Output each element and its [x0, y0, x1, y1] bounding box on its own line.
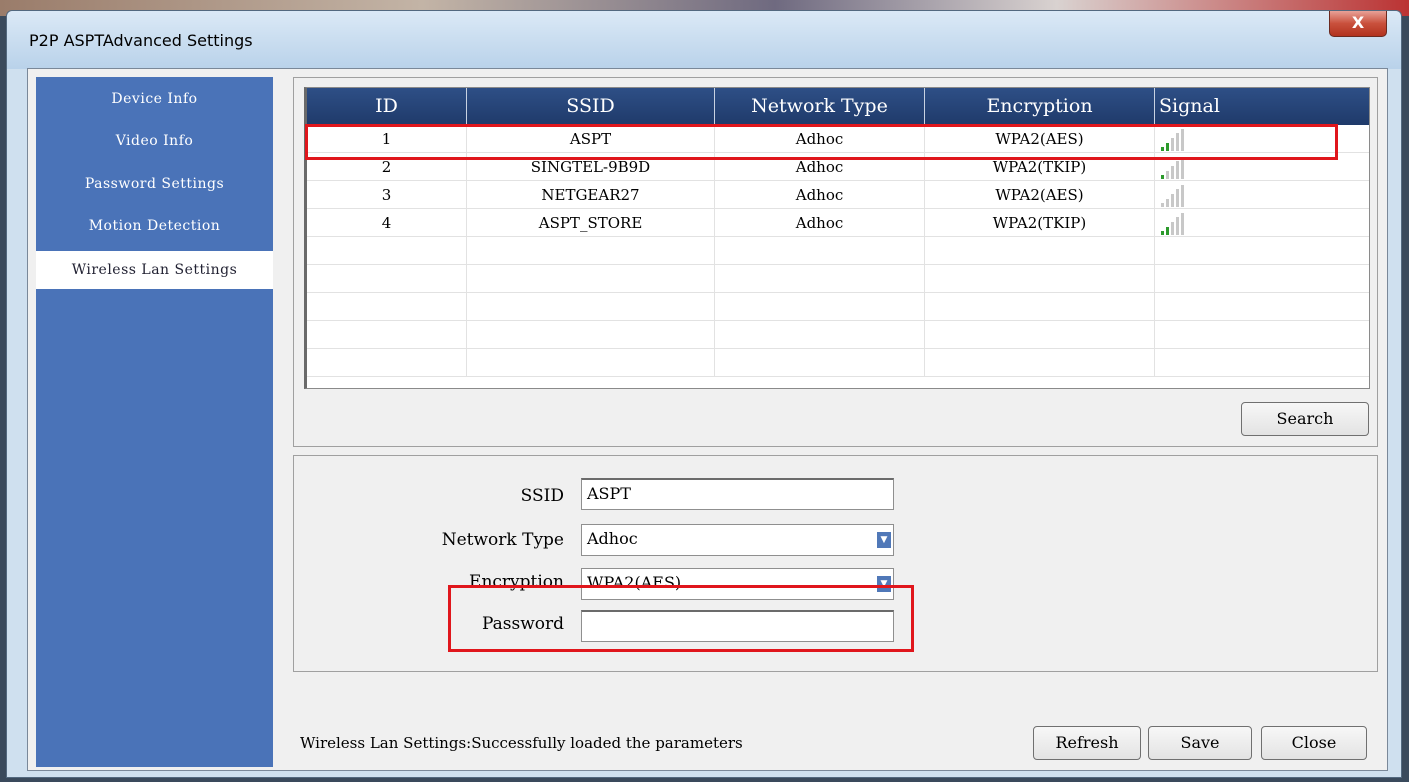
sidebar-item-motion-detection[interactable]: Motion Detection [36, 218, 273, 234]
cell-id: 3 [307, 181, 467, 209]
empty-cell [925, 293, 1155, 321]
empty-row [307, 265, 1369, 293]
network-type-select[interactable]: Adhoc ▼ [581, 524, 894, 556]
signal-bar [1176, 161, 1179, 179]
empty-cell [925, 237, 1155, 265]
empty-cell [467, 349, 715, 377]
empty-cell [467, 265, 715, 293]
cell-encryption: WPA2(TKIP) [925, 209, 1155, 237]
signal-bar [1161, 231, 1164, 235]
signal-strength-icon [1161, 185, 1201, 207]
signal-bar [1161, 175, 1164, 179]
status-message: Wireless Lan Settings:Successfully loade… [300, 734, 743, 752]
empty-cell [467, 321, 715, 349]
empty-cell [467, 237, 715, 265]
column-header-id[interactable]: ID [307, 88, 467, 125]
empty-cell [715, 293, 925, 321]
cell-encryption: WPA2(AES) [925, 181, 1155, 209]
network-type-label: Network Type [441, 530, 564, 550]
title-bar: P2P ASPTAdvanced Settings X [7, 11, 1401, 69]
highlight-selected-network [305, 124, 1338, 160]
ssid-label: SSID [520, 486, 564, 506]
signal-bar [1161, 203, 1164, 207]
signal-bar [1176, 189, 1179, 207]
empty-row [307, 321, 1369, 349]
cell-network-type: Adhoc [715, 209, 925, 237]
cell-signal [1155, 181, 1369, 209]
cell-ssid: ASPT_STORE [467, 209, 715, 237]
signal-bar [1171, 222, 1174, 235]
empty-cell [307, 321, 467, 349]
chevron-down-icon[interactable]: ▼ [877, 532, 891, 548]
empty-cell [1155, 265, 1369, 293]
signal-bar [1171, 194, 1174, 207]
signal-bar [1166, 199, 1169, 207]
sidebar-item-password-settings[interactable]: Password Settings [36, 176, 273, 192]
ssid-field[interactable]: ASPT [581, 478, 894, 510]
empty-row [307, 349, 1369, 377]
table-row[interactable]: 3 NETGEAR27 Adhoc WPA2(AES) [307, 181, 1369, 209]
table-header: ID SSID Network Type Encryption Signal [307, 88, 1369, 125]
window-title: P2P ASPTAdvanced Settings [29, 31, 253, 50]
sidebar: Device Info Video Info Password Settings… [36, 77, 273, 767]
empty-cell [1155, 349, 1369, 377]
column-header-encryption[interactable]: Encryption [925, 88, 1155, 125]
sidebar-item-wireless-lan-settings[interactable]: Wireless Lan Settings [36, 251, 273, 289]
cell-signal [1155, 209, 1369, 237]
signal-bar [1171, 166, 1174, 179]
client-area: Device Info Video Info Password Settings… [27, 68, 1388, 771]
sidebar-item-device-info[interactable]: Device Info [36, 91, 273, 107]
signal-strength-icon [1161, 213, 1201, 235]
empty-cell [1155, 321, 1369, 349]
save-button[interactable]: Save [1148, 726, 1252, 760]
highlight-password-field [448, 585, 914, 652]
cell-ssid: NETGEAR27 [467, 181, 715, 209]
empty-cell [925, 265, 1155, 293]
empty-cell [715, 349, 925, 377]
column-header-signal[interactable]: Signal [1155, 88, 1369, 125]
empty-cell [715, 237, 925, 265]
empty-cell [307, 293, 467, 321]
signal-bar [1176, 217, 1179, 235]
empty-cell [307, 237, 467, 265]
cell-id: 4 [307, 209, 467, 237]
empty-cell [925, 349, 1155, 377]
empty-cell [1155, 237, 1369, 265]
window-close-button[interactable]: X [1329, 11, 1387, 37]
column-header-ssid[interactable]: SSID [467, 88, 715, 125]
empty-cell [307, 349, 467, 377]
close-button[interactable]: Close [1261, 726, 1367, 760]
sidebar-item-video-info[interactable]: Video Info [36, 133, 273, 149]
table-row[interactable]: 4 ASPT_STORE Adhoc WPA2(TKIP) [307, 209, 1369, 237]
signal-bar [1166, 171, 1169, 179]
empty-cell [307, 265, 467, 293]
signal-bar [1181, 213, 1184, 235]
empty-cell [925, 321, 1155, 349]
signal-bar [1181, 157, 1184, 179]
signal-bar [1166, 227, 1169, 235]
empty-cell [467, 293, 715, 321]
empty-row [307, 293, 1369, 321]
refresh-button[interactable]: Refresh [1033, 726, 1141, 760]
network-type-value: Adhoc [587, 529, 638, 548]
empty-cell [1155, 293, 1369, 321]
empty-cell [715, 321, 925, 349]
column-header-network-type[interactable]: Network Type [715, 88, 925, 125]
signal-strength-icon [1161, 157, 1201, 179]
empty-cell [715, 265, 925, 293]
search-button[interactable]: Search [1241, 402, 1369, 436]
signal-bar [1181, 185, 1184, 207]
empty-row [307, 237, 1369, 265]
cell-network-type: Adhoc [715, 181, 925, 209]
